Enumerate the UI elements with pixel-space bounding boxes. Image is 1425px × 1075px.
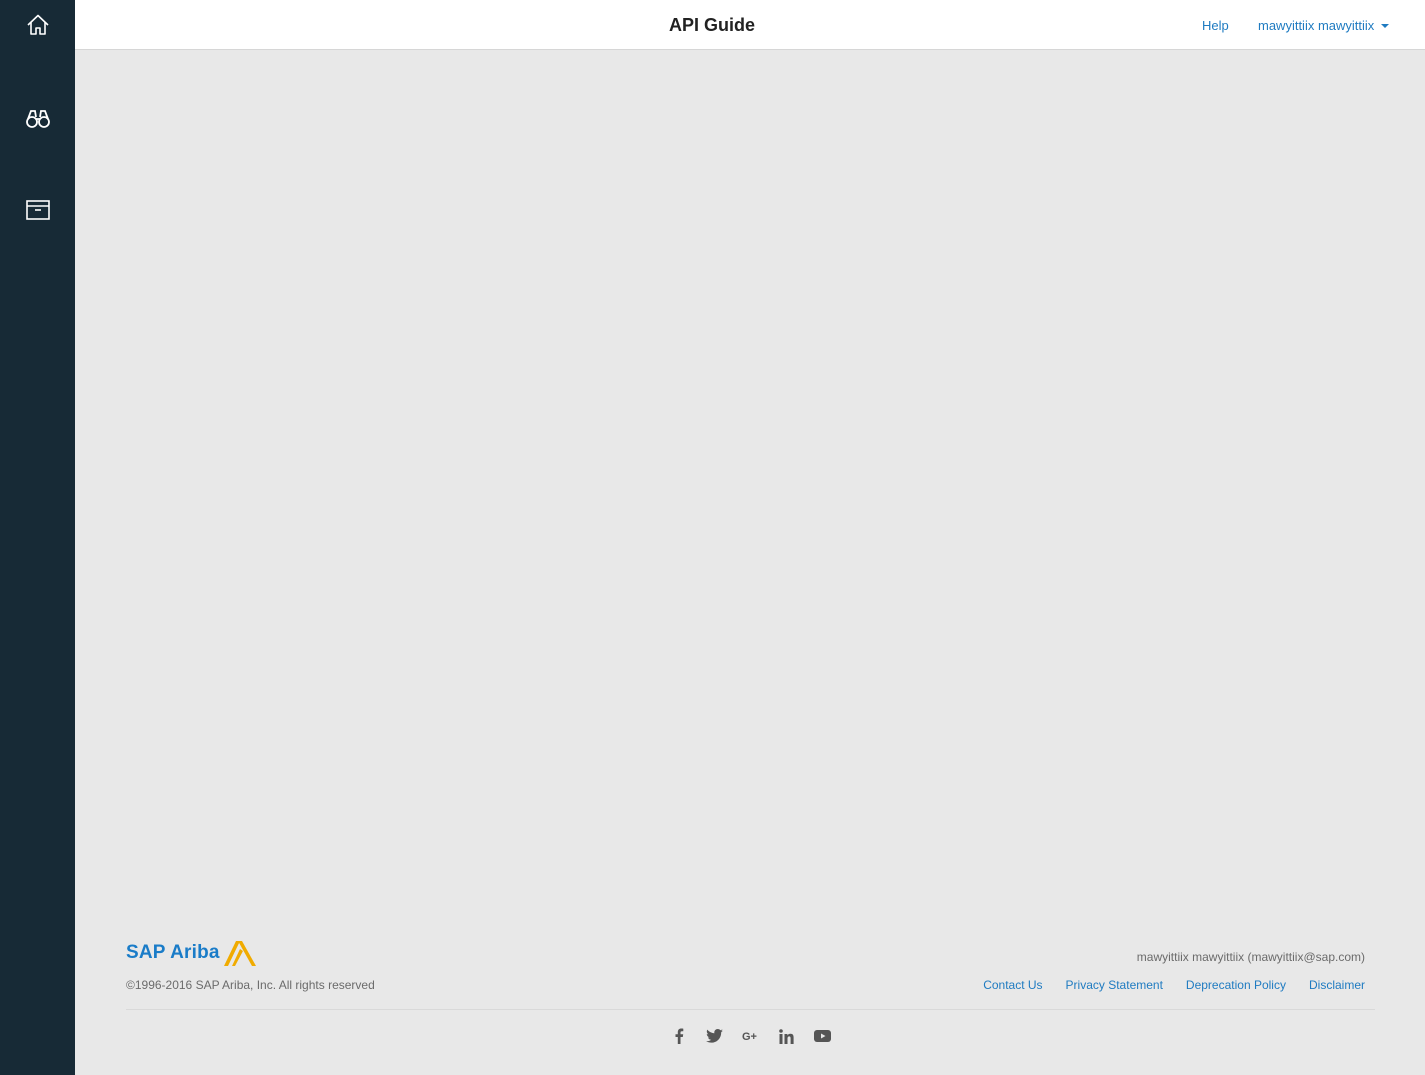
help-link[interactable]: Help — [1202, 18, 1229, 33]
footer-divider — [126, 1009, 1375, 1010]
archive-box-icon — [25, 200, 50, 220]
caret-down-icon — [1381, 24, 1390, 28]
user-menu-label: mawyittiix mawyittiix — [1258, 18, 1375, 33]
footer: SAP Ariba ©1996-2016 SAP Ariba, Inc. All… — [75, 930, 1425, 1075]
user-menu[interactable]: mawyittiix mawyittiix — [1258, 18, 1390, 33]
copyright-text: ©1996-2016 SAP Ariba, Inc. All rights re… — [126, 978, 375, 992]
sidebar-item-browse[interactable] — [0, 93, 75, 143]
facebook-icon[interactable] — [670, 1027, 688, 1045]
linkedin-icon[interactable] — [778, 1027, 796, 1045]
top-bar: API Guide Help mawyittiix mawyittiix — [75, 0, 1425, 50]
binoculars-icon — [25, 110, 50, 128]
twitter-icon[interactable] — [706, 1027, 724, 1045]
footer-link-privacy-statement[interactable]: Privacy Statement — [1066, 978, 1163, 992]
social-links: G+ — [75, 1027, 1425, 1045]
sidebar — [0, 0, 75, 1075]
footer-links: Contact Us Privacy Statement Deprecation… — [983, 978, 1365, 992]
svg-text:G+: G+ — [742, 1031, 757, 1042]
account-info: mawyittiix mawyittiix (mawyittiix@sap.co… — [1136, 950, 1365, 964]
footer-link-deprecation-policy[interactable]: Deprecation Policy — [1186, 978, 1286, 992]
brand-text: SAP Ariba — [126, 942, 220, 963]
footer-link-disclaimer[interactable]: Disclaimer — [1309, 978, 1365, 992]
youtube-icon[interactable] — [814, 1027, 832, 1045]
footer-link-contact-us[interactable]: Contact Us — [983, 978, 1042, 992]
sidebar-item-archive[interactable] — [0, 185, 75, 235]
sap-ariba-logo[interactable]: SAP Ariba — [126, 939, 260, 967]
google-plus-icon[interactable]: G+ — [742, 1027, 760, 1045]
ariba-logo-mark-icon — [223, 941, 256, 966]
